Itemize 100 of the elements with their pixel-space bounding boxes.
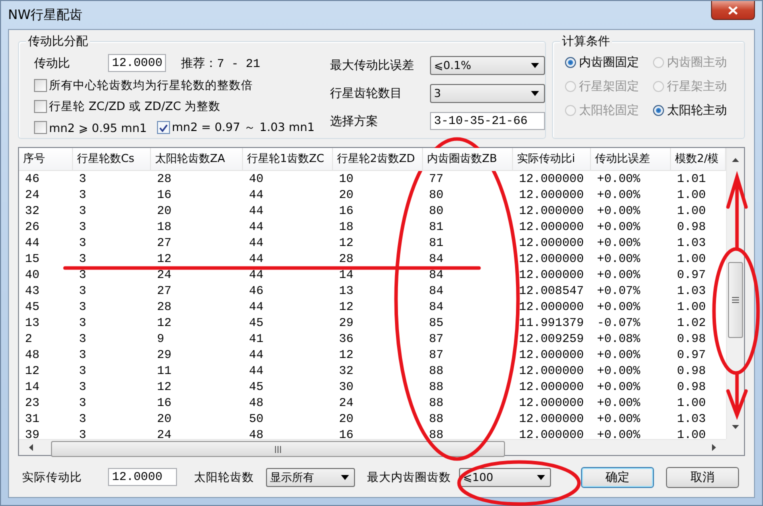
table-cell-text: 88 — [428, 363, 444, 379]
table-cell-text: +0.00% — [596, 427, 642, 439]
checkbox[interactable] — [34, 100, 47, 113]
table-cell-text: +0.00% — [596, 395, 642, 411]
table-cell-text: 0.98 — [676, 363, 707, 379]
table-cell-text: 12.000000 — [518, 379, 585, 395]
table-cell-text: +0.00% — [596, 203, 642, 219]
table-cell-text: 1.00 — [676, 251, 707, 267]
table-cell-text: 1.00 — [676, 427, 707, 439]
checkbox-label: mn2 = 0.97 ～ 1.03 mn1 — [172, 120, 315, 135]
table-cell-text: +0.00% — [596, 171, 642, 187]
column-header[interactable]: 行星轮2齿数ZD — [333, 148, 423, 170]
table-cell-text: 36 — [338, 331, 354, 347]
radio-button[interactable] — [565, 56, 576, 68]
table-cell-text: 88 — [428, 427, 444, 439]
close-button[interactable] — [711, 1, 755, 20]
dropdown[interactable]: ⩽100 — [459, 468, 551, 486]
input-field[interactable]: 3-10-35-21-66 — [430, 112, 545, 130]
field-label: 行星齿轮数目 — [330, 84, 403, 102]
checkbox[interactable] — [34, 79, 47, 92]
scroll-left-icon — [29, 444, 33, 451]
dialog-button[interactable]: 取消 — [666, 466, 739, 488]
hint-text: 推荐：7 - 21 — [181, 56, 260, 72]
table-cell-text: 44 — [248, 267, 264, 283]
input-field[interactable]: 12.0000 — [108, 54, 166, 72]
table-cell-text: 16 — [338, 203, 354, 219]
dialog-button[interactable]: 确定 — [581, 466, 654, 488]
scroll-thumb[interactable] — [728, 262, 743, 338]
table-cell-text: 12.000000 — [518, 395, 585, 411]
table-cell-text: 11.991379 — [518, 315, 585, 331]
table-cell-text: 18 — [156, 219, 172, 235]
table-cell-text: 16 — [156, 395, 172, 411]
table-cell-text: 0.97 — [676, 267, 707, 283]
table-cell-text: 3 — [78, 395, 88, 411]
table-cell-text: 3 — [78, 267, 88, 283]
table-cell-text: 81 — [428, 235, 444, 251]
table-cell-text: 48 — [248, 395, 264, 411]
table-cell-text: 44 — [248, 299, 264, 315]
horizontal-scrollbar[interactable] — [19, 439, 726, 455]
table-cell-text: 41 — [248, 331, 264, 347]
table-cell-text: 46 — [24, 171, 40, 187]
dropdown[interactable]: 3 — [430, 84, 545, 102]
table-cell-text: 45 — [24, 299, 40, 315]
table-cell-text: 24 — [24, 187, 40, 203]
table-cell-text: 24 — [338, 395, 354, 411]
table-cell-text: 15 — [24, 251, 40, 267]
field-label: 太阳轮齿数 — [194, 470, 255, 484]
table-cell-text: 14 — [24, 379, 40, 395]
table-cell-text: 50 — [248, 411, 264, 427]
table-cell-text: +0.00% — [596, 363, 642, 379]
table-cell-text: 12.000000 — [518, 347, 585, 363]
table-cell-text: 44 — [248, 219, 264, 235]
field-label: 实际传动比 — [22, 470, 83, 484]
radio-label: 行星架固定 — [579, 78, 639, 94]
column-header[interactable]: 实际传动比i — [513, 148, 591, 170]
table-cell-text: 84 — [428, 267, 444, 283]
column-header[interactable]: 行星轮1齿数ZC — [243, 148, 333, 170]
table-cell-text: 1.02 — [676, 315, 707, 331]
table-cell-text: 44 — [248, 347, 264, 363]
table-cell-text: +0.00% — [596, 267, 642, 283]
table-cell-text: 12 — [156, 315, 172, 331]
table-cell-text: 29 — [338, 315, 354, 331]
column-header[interactable]: 模数2/模 — [671, 148, 726, 170]
checkbox-label: 行星轮 ZC/ZD 或 ZD/ZC 为整数 — [49, 99, 221, 114]
scroll-up-icon — [732, 158, 739, 162]
dropdown[interactable]: ⩽0.1% — [430, 56, 545, 74]
radio-button[interactable] — [653, 104, 664, 116]
checkbox-label: 所有中心轮齿数均为行星轮数的整数倍 — [49, 78, 253, 93]
table-cell-text: 14 — [338, 267, 354, 283]
annotation-arrow — [726, 371, 748, 420]
table-cell-text: 3 — [78, 251, 88, 267]
table-cell-text: +0.00% — [596, 299, 642, 315]
table-cell-text: 28 — [338, 251, 354, 267]
table-cell-text: 44 — [248, 363, 264, 379]
table-cell-text: +0.00% — [596, 219, 642, 235]
table-cell-text: 32 — [338, 363, 354, 379]
table-cell-text: 12.000000 — [518, 267, 585, 283]
table-cell-text: 12.000000 — [518, 187, 585, 203]
table-cell-text: 3 — [78, 187, 88, 203]
dropdown[interactable]: 显示所有 — [266, 468, 355, 486]
checkbox[interactable] — [34, 121, 47, 134]
grip-icon — [275, 446, 281, 452]
column-header[interactable]: 内齿圈齿数ZB — [423, 148, 513, 170]
table-cell-text: 88 — [428, 379, 444, 395]
column-header[interactable]: 传动比误差 — [591, 148, 671, 170]
scroll-thumb[interactable] — [51, 441, 505, 457]
input-field[interactable]: 12.0000 — [108, 468, 177, 486]
caret-icon — [537, 474, 545, 480]
table-cell-text: 12 — [24, 363, 40, 379]
table-cell-text: 3 — [78, 347, 88, 363]
table-cell-text: +0.08% — [596, 331, 642, 347]
table-cell-text: 3 — [78, 427, 88, 439]
checkbox[interactable] — [156, 121, 170, 134]
table-cell-text: 3 — [78, 235, 88, 251]
field-label: 选择方案 — [330, 112, 379, 130]
column-header[interactable]: 序号 — [19, 148, 73, 170]
column-header[interactable]: 行星轮数Cs — [73, 148, 151, 170]
table-cell-text: 44 — [248, 251, 264, 267]
caret-icon — [531, 62, 539, 68]
column-header[interactable]: 太阳轮齿数ZA — [151, 148, 243, 170]
